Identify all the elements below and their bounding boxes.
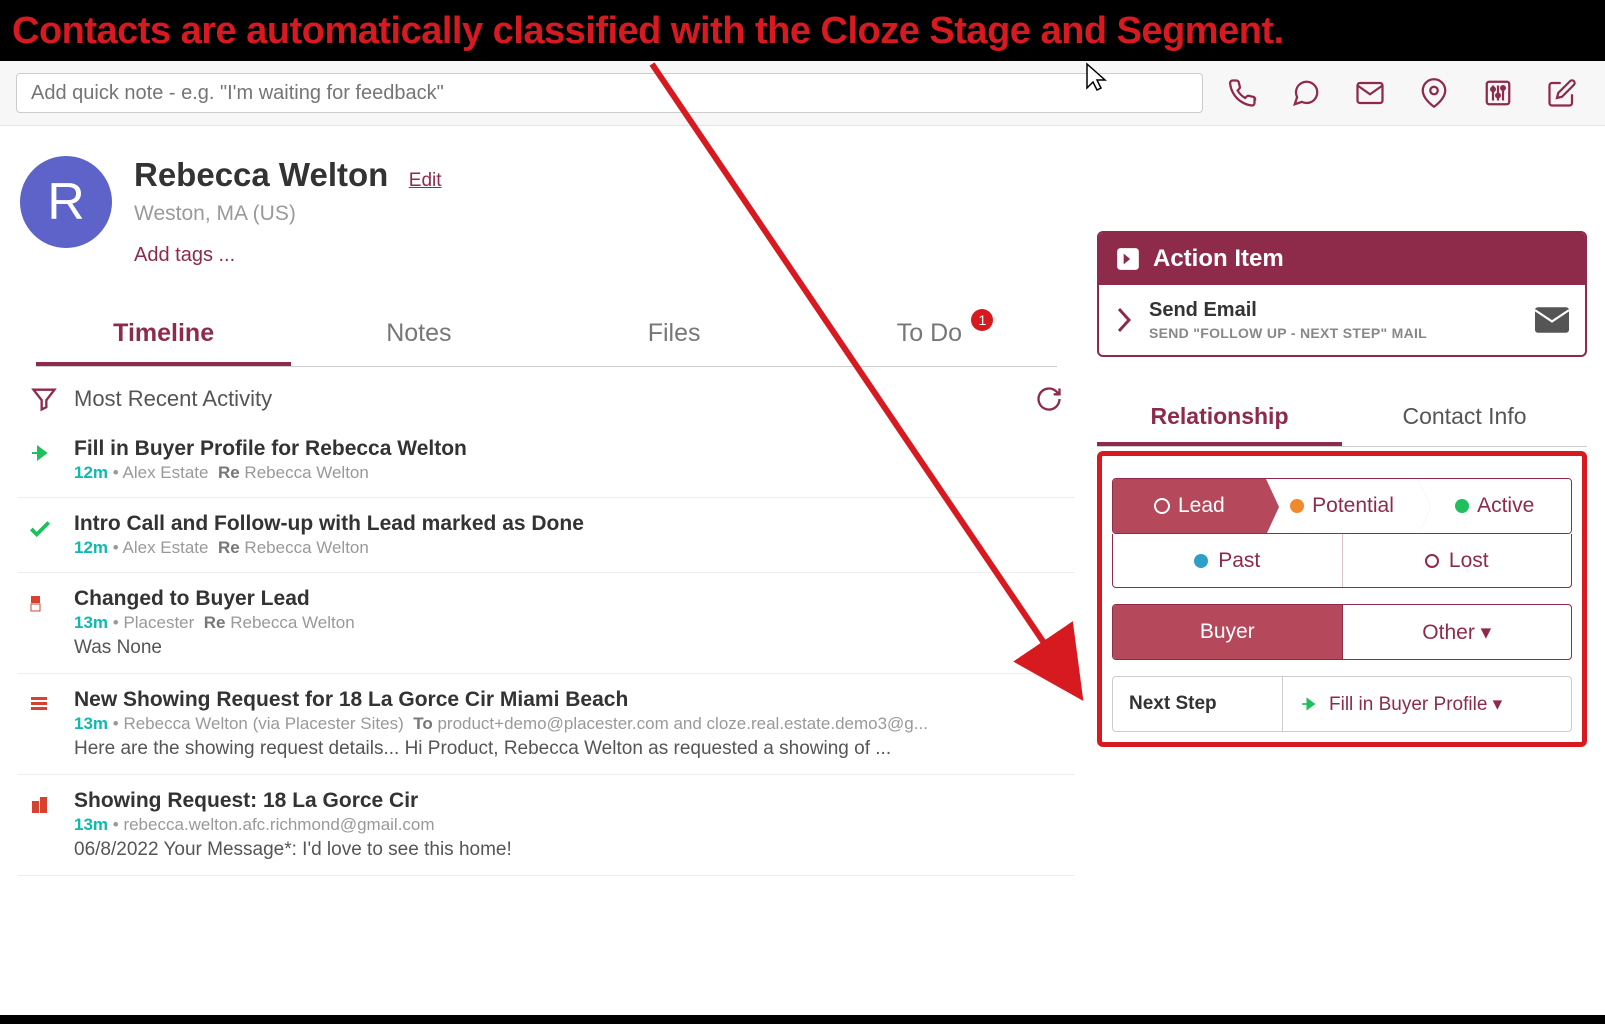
- avatar: R: [20, 156, 112, 248]
- next-step-row: Next Step Fill in Buyer Profile ▾: [1112, 676, 1572, 732]
- cursor-icon: [1085, 62, 1109, 92]
- filter-icon[interactable]: [30, 385, 58, 413]
- timeline-extra: Was None: [74, 637, 1063, 659]
- stack-icon: [24, 688, 56, 760]
- timeline-title: New Showing Request for 18 La Gorce Cir …: [74, 688, 1063, 712]
- contact-location: Weston, MA (US): [134, 202, 442, 226]
- stage-row: Lead Potential Active: [1112, 478, 1572, 534]
- check-icon: [24, 512, 56, 558]
- timeline-extra: Here are the showing request details... …: [74, 738, 1063, 760]
- todo-badge: 1: [971, 309, 993, 331]
- stage-segment-highlight: Lead Potential Active Past Lost Buyer Ot…: [1097, 451, 1587, 747]
- phone-icon[interactable]: [1227, 78, 1257, 108]
- timeline-item[interactable]: Showing Request: 18 La Gorce Cir 13m • r…: [18, 775, 1075, 876]
- action-header: Action Item: [1153, 245, 1284, 273]
- arrow-right-icon: [1299, 694, 1319, 714]
- add-tags-link[interactable]: Add tags ...: [134, 244, 442, 267]
- segment-buyer[interactable]: Buyer: [1113, 605, 1342, 659]
- tab-contactinfo[interactable]: Contact Info: [1342, 391, 1587, 446]
- tab-todo[interactable]: To Do 1: [802, 305, 1057, 366]
- arrow-right-icon: [24, 437, 56, 483]
- filter-label: Most Recent Activity: [74, 386, 1019, 412]
- tab-timeline[interactable]: Timeline: [36, 305, 291, 366]
- building-icon: [24, 789, 56, 861]
- settings-icon[interactable]: [1483, 78, 1513, 108]
- refresh-icon[interactable]: [1035, 385, 1063, 413]
- main-tabs: Timeline Notes Files To Do 1: [36, 305, 1057, 367]
- timeline-item[interactable]: Intro Call and Follow-up with Lead marke…: [18, 498, 1075, 573]
- timeline-title: Fill in Buyer Profile for Rebecca Welton: [74, 437, 1063, 461]
- timeline-extra: 06/8/2022 Your Message*: I'd love to see…: [74, 839, 1063, 861]
- timeline-title: Showing Request: 18 La Gorce Cir: [74, 789, 1063, 813]
- next-step-value[interactable]: Fill in Buyer Profile ▾: [1283, 693, 1571, 716]
- tab-files[interactable]: Files: [547, 305, 802, 366]
- stage-potential[interactable]: Potential: [1266, 479, 1419, 533]
- annotation-banner: Contacts are automatically classified wi…: [0, 0, 1605, 61]
- segment-row: Buyer Other ▾: [1112, 604, 1572, 660]
- location-icon[interactable]: [1419, 78, 1449, 108]
- stage-lead[interactable]: Lead: [1113, 479, 1266, 533]
- action-sub: SEND "FOLLOW UP - NEXT STEP" MAIL: [1149, 325, 1519, 341]
- stage-row-2: Past Lost: [1112, 534, 1572, 588]
- tab-relationship[interactable]: Relationship: [1097, 391, 1342, 446]
- stage-active[interactable]: Active: [1418, 479, 1571, 533]
- stage-lost[interactable]: Lost: [1342, 534, 1572, 587]
- tab-notes[interactable]: Notes: [291, 305, 546, 366]
- action-title: Send Email: [1149, 299, 1519, 322]
- timeline-title: Changed to Buyer Lead: [74, 587, 1063, 611]
- segment-other[interactable]: Other ▾: [1342, 605, 1572, 659]
- annotation-text: Contacts are automatically classified wi…: [12, 10, 1284, 52]
- timeline-item[interactable]: Changed to Buyer Lead 13m • Placester Re…: [18, 573, 1075, 674]
- topbar: [0, 61, 1605, 126]
- chat-icon[interactable]: [1291, 78, 1321, 108]
- tag-icon: [24, 587, 56, 659]
- contact-name: Rebecca Welton: [134, 156, 388, 193]
- timeline-title: Intro Call and Follow-up with Lead marke…: [74, 512, 1063, 536]
- next-step-label: Next Step: [1113, 677, 1283, 731]
- timeline-item[interactable]: New Showing Request for 18 La Gorce Cir …: [18, 674, 1075, 775]
- edit-link[interactable]: Edit: [409, 170, 442, 191]
- stage-past[interactable]: Past: [1113, 534, 1342, 587]
- quicknote-input[interactable]: [16, 73, 1203, 113]
- compose-icon[interactable]: [1547, 78, 1577, 108]
- arrow-box-icon: [1115, 246, 1141, 272]
- action-item-panel: Action Item Send Email SEND "FOLLOW UP -…: [1097, 231, 1587, 357]
- relationship-tabs: Relationship Contact Info: [1097, 391, 1587, 447]
- chevron-right-icon: [1115, 305, 1133, 335]
- tab-todo-label: To Do: [897, 319, 962, 347]
- mail-icon[interactable]: [1355, 78, 1385, 108]
- envelope-icon: [1535, 307, 1569, 333]
- action-item-row[interactable]: Send Email SEND "FOLLOW UP - NEXT STEP" …: [1099, 285, 1585, 355]
- timeline-item[interactable]: Fill in Buyer Profile for Rebecca Welton…: [18, 423, 1075, 498]
